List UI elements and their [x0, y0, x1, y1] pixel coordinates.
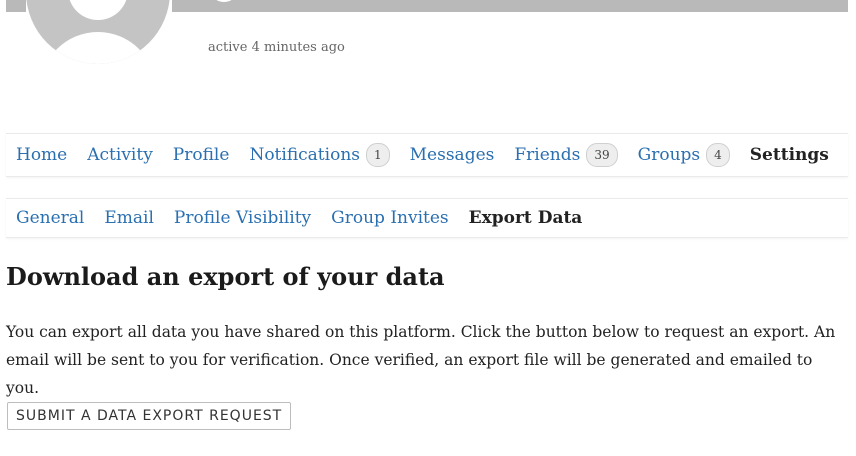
sub-nav-item-email[interactable]: Email — [104, 208, 154, 228]
sub-nav-item-export-data[interactable]: Export Data — [469, 208, 583, 228]
nav-item-label: Friends — [514, 145, 581, 165]
nav-item-label: Notifications — [249, 145, 360, 165]
avatar-body-shape — [40, 32, 156, 64]
avatar-head-shape — [68, 0, 128, 20]
groups-count-badge: 4 — [706, 143, 730, 167]
page-heading: Download an export of your data — [6, 262, 445, 291]
nav-item-friends[interactable]: Friends 39 — [514, 143, 618, 167]
user-silhouette-icon[interactable] — [26, 0, 170, 64]
sub-nav-item-label: Profile Visibility — [173, 208, 312, 228]
sub-nav-item-profile-visibility[interactable]: Profile Visibility — [174, 208, 311, 228]
cover-image — [172, 0, 848, 12]
sub-nav-item-label: General — [16, 208, 85, 228]
nav-item-label: Messages — [409, 145, 495, 165]
last-active-status: active 4 minutes ago — [208, 40, 345, 55]
nav-item-messages[interactable]: Messages — [410, 145, 495, 165]
sub-nav-item-group-invites[interactable]: Group Invites — [331, 208, 449, 228]
nav-item-label: Home — [16, 145, 68, 165]
profile-settings-page: active 4 minutes ago Home Activity Profi… — [0, 0, 856, 456]
friends-count-badge: 39 — [586, 143, 618, 167]
sub-nav-item-label: Email — [104, 208, 154, 228]
settings-sub-nav: General Email Profile Visibility Group I… — [6, 198, 848, 238]
export-description: You can export all data you have shared … — [6, 323, 836, 397]
nav-item-settings[interactable]: Settings — [750, 145, 829, 165]
primary-nav: Home Activity Profile Notifications 1 Mes… — [6, 133, 848, 177]
nav-item-label: Settings — [749, 145, 829, 165]
submit-export-request-button[interactable]: SUBMIT A DATA EXPORT REQUEST — [7, 402, 292, 430]
sub-nav-item-label: Group Invites — [331, 208, 449, 228]
sub-nav-item-general[interactable]: General — [16, 208, 84, 228]
nav-item-label: Profile — [172, 145, 230, 165]
notifications-count-badge: 1 — [366, 143, 390, 167]
sub-nav-item-label: Export Data — [468, 208, 583, 228]
nav-item-notifications[interactable]: Notifications 1 — [249, 143, 390, 167]
nav-item-profile[interactable]: Profile — [173, 145, 230, 165]
nav-item-label: Groups — [637, 145, 701, 165]
cover-image-left — [6, 0, 26, 12]
nav-item-groups[interactable]: Groups 4 — [638, 143, 730, 167]
nav-item-label: Activity — [87, 145, 153, 165]
nav-item-activity[interactable]: Activity — [87, 145, 153, 165]
nav-item-home[interactable]: Home — [16, 145, 67, 165]
